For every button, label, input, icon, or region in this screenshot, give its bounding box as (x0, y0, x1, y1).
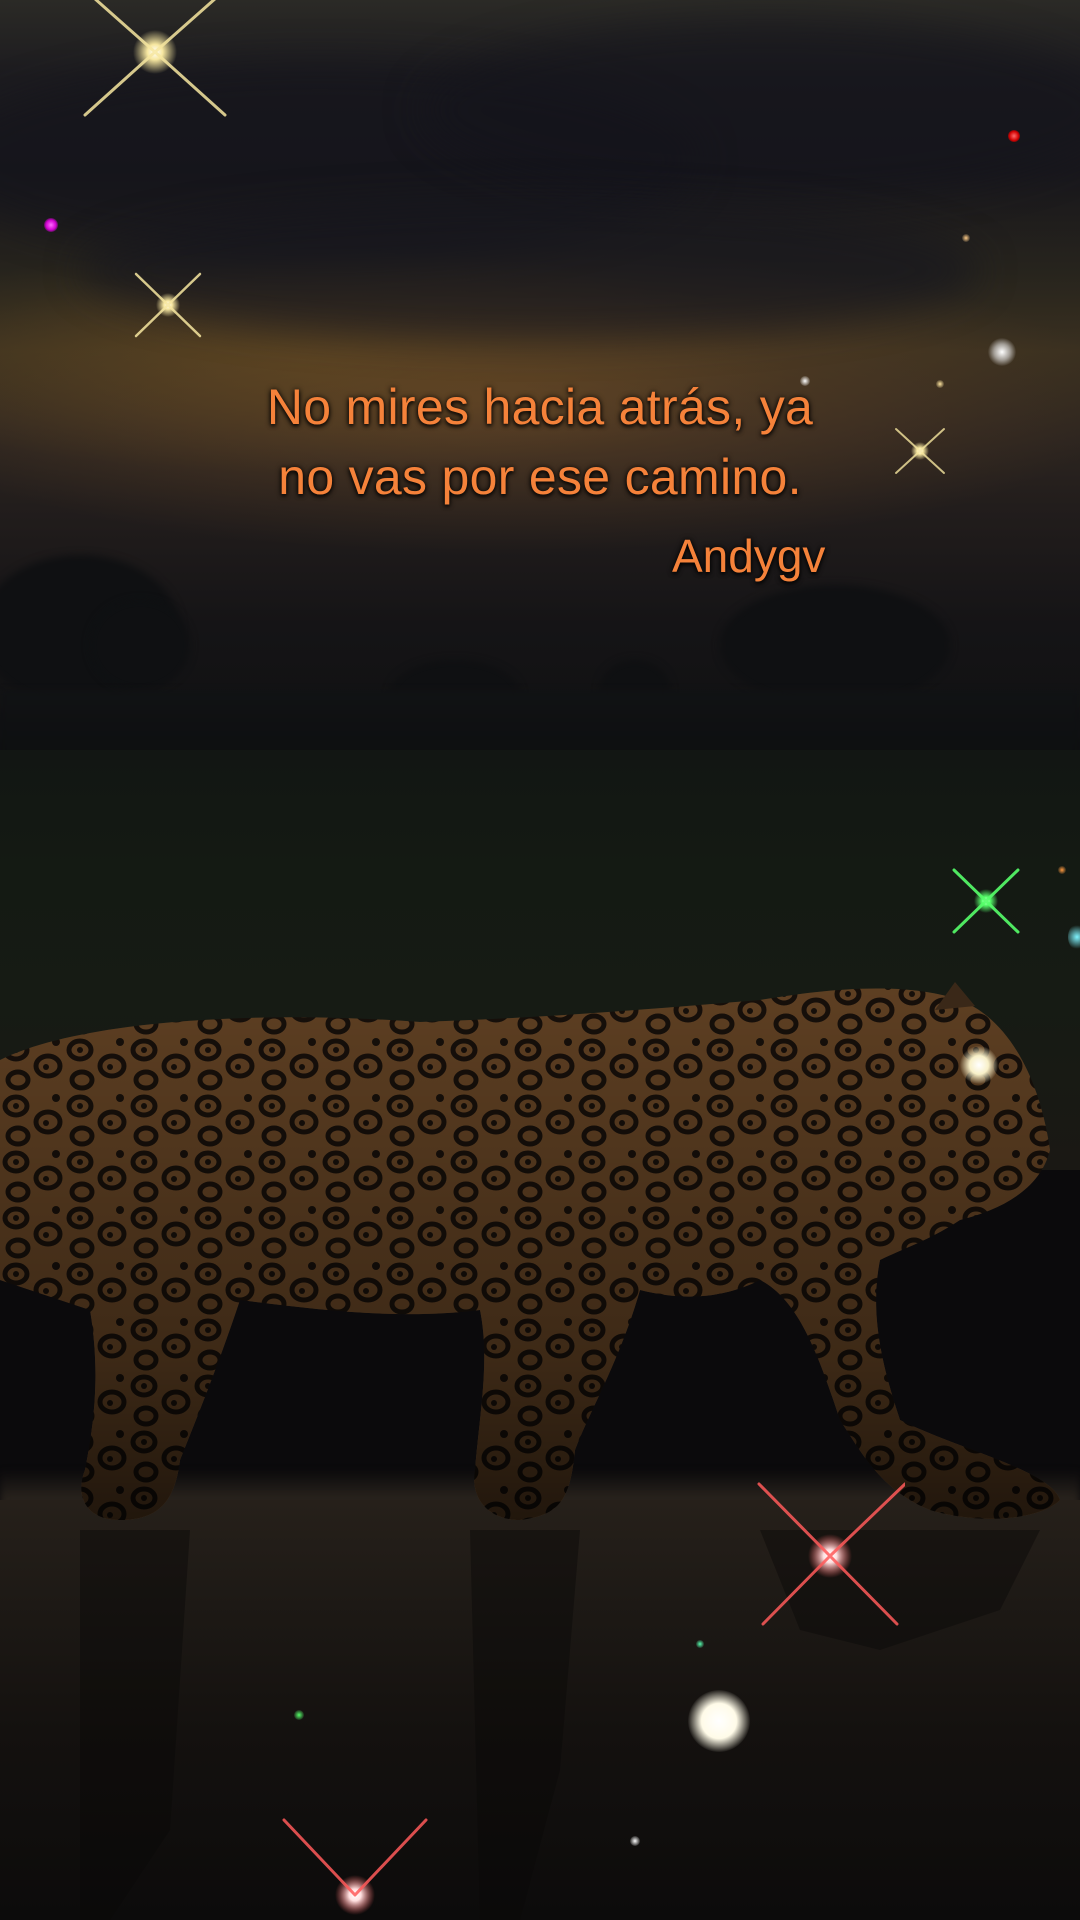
video-frame: No mires hacia atrás, ya no vas por ese … (0, 0, 1080, 1920)
glow-dot (294, 1710, 304, 1720)
glow-dot (988, 338, 1016, 366)
quote-line-1: No mires hacia atrás, ya (266, 379, 814, 435)
glow-dot (1058, 866, 1066, 874)
jaguar-reflection (80, 1530, 1040, 1920)
glow-dot (688, 1690, 750, 1752)
quote-text: No mires hacia atrás, ya no vas por ese … (0, 372, 1080, 512)
tree-silhouette (90, 600, 190, 690)
quote-line-2: no vas por ese camino. (278, 449, 802, 505)
dark-cloud (80, 200, 980, 340)
glow-dot (1008, 130, 1020, 142)
glow-dot (962, 234, 970, 242)
quote-author: Andygv (672, 530, 826, 582)
glow-dot (630, 1836, 640, 1846)
glow-dot (1068, 924, 1080, 950)
glow-dot (44, 218, 58, 232)
glow-dot (960, 1046, 998, 1084)
tree-silhouette (720, 585, 950, 705)
glow-dot (696, 1640, 704, 1648)
jaguar-icon (0, 982, 1060, 1520)
